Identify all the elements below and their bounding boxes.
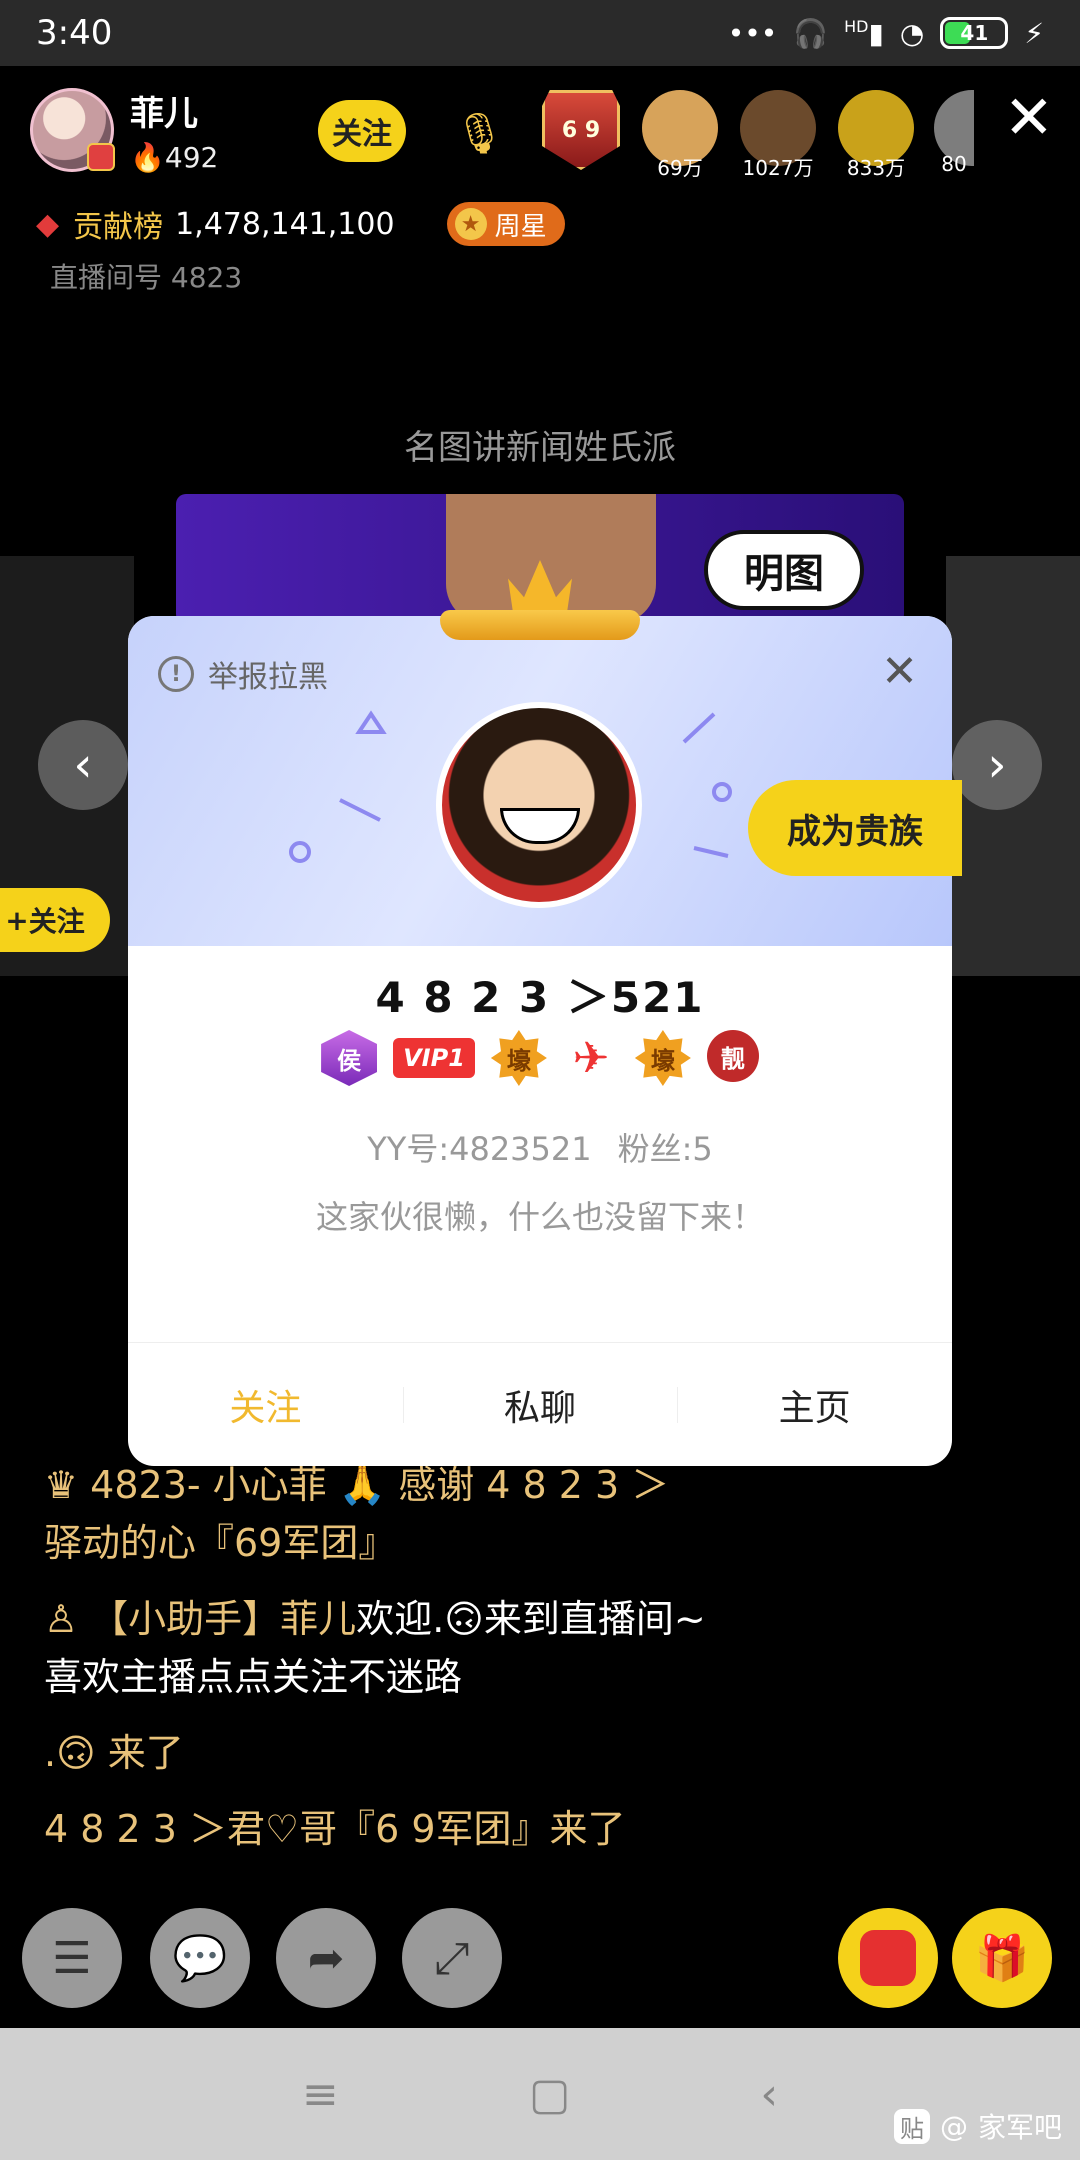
alert-icon: !	[158, 656, 194, 692]
contribution-value: 1,478,141,100	[175, 206, 395, 242]
lucky-bag-button[interactable]	[838, 1908, 938, 2008]
headphones-icon: 🎧	[793, 16, 829, 50]
share-icon: ➦	[307, 1932, 345, 1984]
back-chevron-icon[interactable]: ‹	[760, 2069, 778, 2120]
profile-card: ! 举报拉黑 ✕ 4 8 2 3 ＞521 侯 VIP1 壕 ✈ 壕 靓 YY号:…	[128, 616, 952, 1466]
anchor-avatar[interactable]	[30, 88, 115, 172]
recent-apps-icon[interactable]: ≡	[302, 2069, 339, 2120]
flame-icon: 🔥	[130, 141, 165, 174]
crown-icon	[440, 560, 640, 640]
contribution-label: 贡献榜	[73, 210, 164, 245]
close-room-icon[interactable]: ✕	[1004, 88, 1054, 148]
watermark: 贴 @ 家军吧	[893, 2106, 1062, 2146]
next-arrow-icon[interactable]: ›	[952, 720, 1042, 810]
gift-button[interactable]: 🎁	[952, 1908, 1052, 2008]
menu-icon: ☰	[52, 1932, 92, 1984]
chat-message[interactable]: ♙ 【小助手】菲儿欢迎.🙃来到直播间~ 喜欢主播点点关注不迷路	[44, 1590, 1044, 1706]
prev-arrow-icon[interactable]: ‹	[38, 720, 128, 810]
viewer-avatar[interactable]: 69万	[640, 90, 720, 181]
card-actions: 关注 私聊 主页	[128, 1342, 952, 1466]
status-icons: ••• 🎧 HD▮ ◔ 41 ⚡	[728, 17, 1044, 50]
private-chat-button[interactable]: 私聊	[402, 1343, 678, 1466]
clap-icon: 🙏	[338, 1463, 387, 1507]
user-badges: 侯 VIP1 壕 ✈ 壕 靓	[128, 1030, 952, 1086]
report-block-button[interactable]: ! 举报拉黑	[158, 652, 328, 696]
anchor-name: 菲儿	[130, 94, 198, 134]
anchor-info[interactable]: 菲儿 🔥492	[30, 86, 218, 174]
chat-message[interactable]: .🙃 来了	[44, 1724, 1044, 1782]
viewer-avatar[interactable]: 80	[934, 90, 974, 181]
chat-username: 4823- 小心菲	[90, 1463, 327, 1507]
plane-badge-icon: ✈	[572, 1032, 610, 1084]
chat-message[interactable]: 4 8 2 3 ＞君♡哥『6 9军团』来了	[44, 1800, 1044, 1858]
rank-badge-icon: 侯	[321, 1030, 378, 1086]
pretty-number-badge-icon: 靓	[706, 1030, 759, 1082]
close-card-icon[interactable]: ✕	[881, 646, 918, 697]
weekstar-button[interactable]: ★ 周星	[446, 202, 565, 246]
rich-badge-icon: 壕	[490, 1030, 547, 1086]
contribution-rank[interactable]: ◆ 贡献榜 1,478,141,100 ★ 周星	[36, 202, 565, 246]
battery-icon: 41	[940, 17, 1009, 49]
rank-shield-badge[interactable]: 6 9	[542, 90, 620, 170]
viewer-avatar[interactable]: 1027万	[738, 90, 818, 181]
home-square-icon[interactable]: ▢	[529, 2069, 571, 2120]
user-avatar[interactable]	[436, 702, 642, 908]
diamond-icon: ◆	[36, 206, 60, 242]
fullscreen-button[interactable]: ⤢	[402, 1908, 502, 2008]
side-follow-button[interactable]: + 关注	[0, 888, 110, 952]
signal-icon: HD▮	[844, 16, 884, 50]
user-level-icon: ♛	[44, 1463, 79, 1507]
gift-icon: 🎁	[974, 1933, 1030, 1984]
menu-button[interactable]: ☰	[22, 1908, 122, 2008]
charging-icon: ⚡	[1024, 16, 1044, 50]
user-meta: YY号:4823521 粉丝:5	[128, 1124, 952, 1170]
user-nickname: 4 8 2 3 ＞521	[375, 973, 705, 1022]
viewer-avatar[interactable]: 833万	[836, 90, 916, 181]
stage-subtitle: 名图讲新闻姓氏派	[404, 428, 676, 468]
status-bar: 3:40 ••• 🎧 HD▮ ◔ 41 ⚡	[0, 0, 1080, 66]
mic-link-icon[interactable]: 🎙	[454, 110, 505, 157]
status-time: 3:40	[36, 13, 113, 53]
fullscreen-icon: ⤢	[434, 1932, 470, 1984]
vip-badge-icon: VIP1	[393, 1038, 475, 1078]
become-noble-button[interactable]: 成为贵族	[748, 780, 962, 876]
chat-message[interactable]: ♛ 4823- 小心菲 🙏 感谢 4 8 2 3 ＞ 驿动的心『69军团』	[44, 1456, 1044, 1572]
anchor-level-badge	[87, 143, 115, 171]
wifi-icon: ◔	[899, 16, 925, 50]
anchor-heat: 🔥492	[130, 141, 219, 174]
chat-bubble-icon: 💬	[172, 1933, 228, 1984]
rich-badge-icon: 壕	[634, 1030, 691, 1086]
comment-button[interactable]: 💬	[150, 1908, 250, 2008]
top-viewers: 69万 1027万 833万 80	[640, 90, 974, 181]
fans-count: 粉丝:5	[617, 1130, 713, 1168]
yy-id: YY号:4823521	[367, 1130, 592, 1168]
more-dots-icon: •••	[727, 16, 778, 50]
star-icon: ★	[454, 208, 487, 240]
follow-user-button[interactable]: 关注	[128, 1343, 403, 1466]
share-button[interactable]: ➦	[276, 1908, 376, 2008]
chat-list: ♛ 4823- 小心菲 🙏 感谢 4 8 2 3 ＞ 驿动的心『69军团』 ♙ …	[44, 1456, 1044, 1876]
banner-bubble: 明图	[704, 530, 864, 610]
homepage-button[interactable]: 主页	[677, 1343, 952, 1466]
assistant-icon: ♙	[44, 1597, 79, 1641]
user-bio: 这家伙很懒，什么也没留下来！	[315, 1198, 764, 1236]
room-id: 直播间号 4823	[50, 261, 243, 294]
lucky-bag-icon	[860, 1930, 916, 1986]
follow-anchor-button[interactable]: 关注	[318, 100, 406, 162]
tieba-logo-icon: 贴	[893, 2108, 930, 2144]
